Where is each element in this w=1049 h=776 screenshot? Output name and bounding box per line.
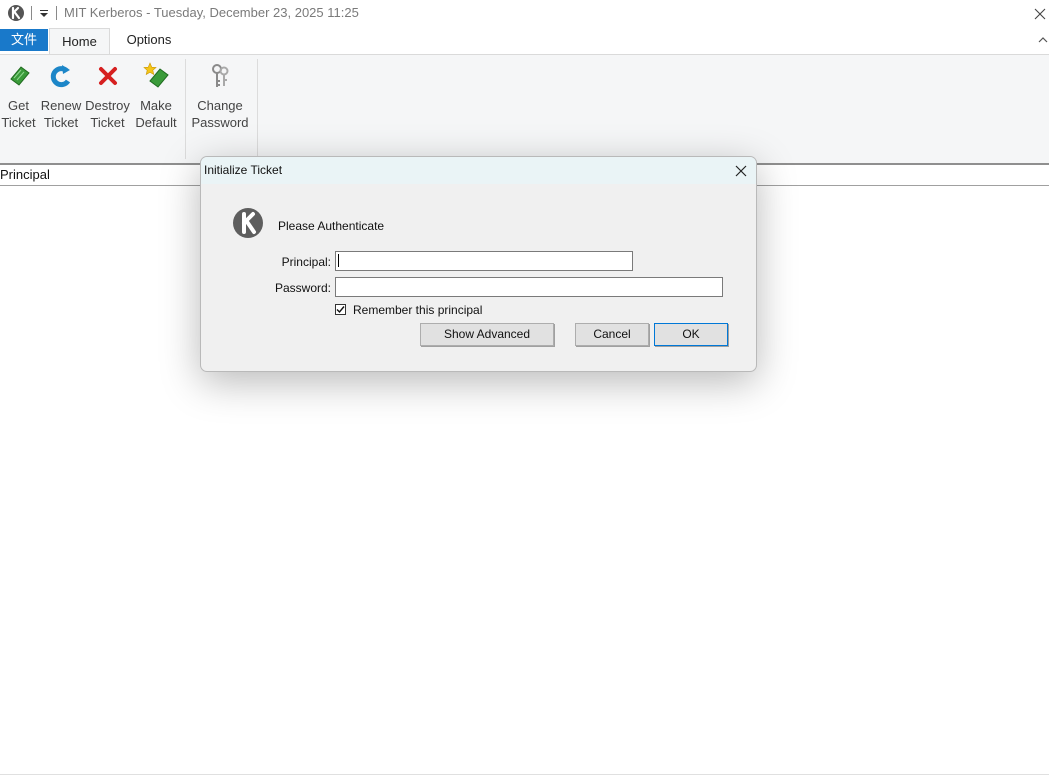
dialog-title: Initialize Ticket xyxy=(204,163,283,177)
dialog-title-bar: Initialize Ticket xyxy=(201,157,756,184)
red-x-icon xyxy=(98,67,117,85)
close-window-icon[interactable] xyxy=(1030,4,1049,24)
tab-home[interactable]: Home xyxy=(49,28,110,54)
column-header-principal[interactable]: Principal xyxy=(0,167,50,182)
quick-access-dropdown-icon[interactable] xyxy=(38,7,50,19)
ok-button[interactable]: OK xyxy=(654,323,728,346)
renew-arrow-icon xyxy=(50,65,71,88)
password-input[interactable] xyxy=(335,277,723,297)
tab-options[interactable]: Options xyxy=(114,29,184,51)
button-label: Ticket xyxy=(43,115,79,130)
button-label: Ticket xyxy=(1,115,36,130)
initialize-ticket-dialog: Initialize Ticket Please Authenticate Pr… xyxy=(200,156,757,372)
button-label: Destroy xyxy=(85,98,130,113)
button-label: Password xyxy=(191,115,249,130)
principal-label: Principal: xyxy=(281,255,331,269)
button-label: Ticket xyxy=(90,115,125,130)
checkmark-icon xyxy=(336,306,345,314)
close-icon[interactable] xyxy=(732,162,750,180)
cancel-button[interactable]: Cancel xyxy=(575,323,649,346)
ribbon-group-divider xyxy=(185,59,186,159)
button-label: Change xyxy=(197,98,243,113)
button-label: Renew xyxy=(40,98,82,113)
window-title: MIT Kerberos - Tuesday, December 23, 202… xyxy=(64,5,359,20)
title-separator xyxy=(56,6,57,20)
principal-input[interactable] xyxy=(335,251,633,271)
renew-ticket-button[interactable]: Renew Ticket xyxy=(40,61,82,137)
title-separator xyxy=(31,6,32,20)
make-default-button[interactable]: Make Default xyxy=(134,61,178,137)
star-ticket-icon xyxy=(143,62,169,88)
dialog-heading: Please Authenticate xyxy=(278,219,385,233)
text-caret xyxy=(338,254,339,267)
password-label: Password: xyxy=(274,281,331,295)
ribbon: Get Ticket Renew Ticket Destroy Ticket M… xyxy=(0,55,1049,163)
collapse-ribbon-icon[interactable] xyxy=(1038,36,1048,44)
kerberos-logo-icon[interactable] xyxy=(7,4,25,22)
button-label: Make xyxy=(140,98,172,113)
kerberos-logo-icon xyxy=(233,208,263,238)
get-ticket-button[interactable]: Get Ticket xyxy=(0,61,37,137)
change-password-button[interactable]: Change Password xyxy=(189,61,251,137)
tab-file[interactable]: 文件 xyxy=(0,29,48,51)
ribbon-tab-row: 文件 Home Options xyxy=(0,28,1049,55)
keys-icon xyxy=(212,64,229,87)
show-advanced-button[interactable]: Show Advanced xyxy=(420,323,554,346)
ribbon-group-divider xyxy=(257,59,258,159)
green-ticket-icon xyxy=(9,66,30,86)
button-label: Default xyxy=(135,115,177,130)
destroy-ticket-button[interactable]: Destroy Ticket xyxy=(84,61,131,137)
remember-principal-label[interactable]: Remember this principal xyxy=(353,303,482,317)
status-divider xyxy=(0,774,1049,775)
button-label: Get xyxy=(8,98,29,113)
remember-principal-checkbox[interactable] xyxy=(335,304,346,315)
title-bar: MIT Kerberos - Tuesday, December 23, 202… xyxy=(0,0,1049,28)
